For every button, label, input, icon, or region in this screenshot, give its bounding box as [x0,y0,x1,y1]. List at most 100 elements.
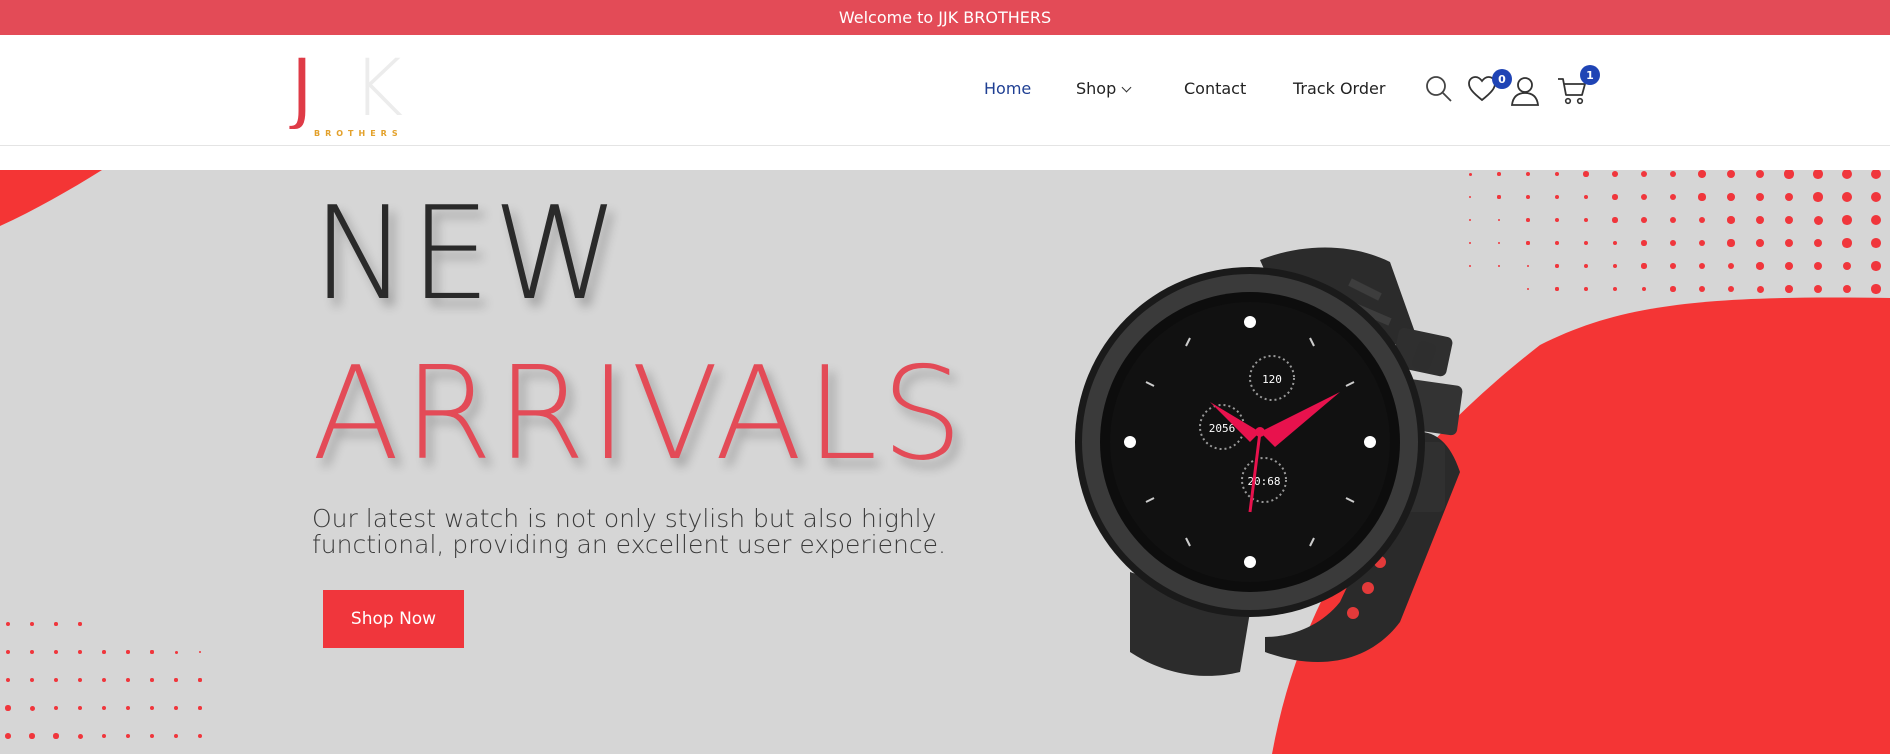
decorative-dot [1497,218,1501,222]
dot-pattern-top-right [1462,170,1890,340]
decorative-dot [150,706,154,710]
decorative-dot [29,677,35,683]
decorative-dot [1813,238,1823,248]
decorative-dot [53,733,59,739]
decorative-dot [1756,216,1764,224]
decorative-dot [1813,170,1823,179]
decorative-dot [1555,264,1559,268]
decorative-dot [1871,284,1881,294]
decorative-dot [1784,215,1794,225]
decorative-dot [54,622,58,626]
decorative-dot [1727,262,1735,270]
decorative-dot [1842,238,1852,248]
decorative-dot [198,678,202,682]
decorative-dot [1612,263,1618,269]
account-button[interactable] [1510,75,1540,107]
decorative-dot [5,705,11,711]
decorative-dot [1497,195,1501,199]
decorative-dot [1583,194,1589,200]
decorative-dot [174,706,178,710]
decorative-dot [1670,286,1676,292]
decorative-dot [1871,238,1881,248]
decorative-dot [1698,239,1706,247]
decorative-dot [1755,170,1765,179]
decorative-dot [29,733,35,739]
decorative-dot [125,733,131,739]
decorative-dot [1526,241,1530,245]
decorative-dot [1584,287,1588,291]
wishlist-count-badge: 0 [1492,69,1512,89]
decorative-dot [1612,286,1618,292]
decorative-dot [174,678,178,682]
decorative-dot [1555,287,1559,291]
smartwatch-product-image: 120 2056 20:68 [1075,247,1463,676]
dot-pattern-bottom-left [0,620,260,754]
decorative-dot [1583,240,1589,246]
decorative-dot [1584,264,1588,268]
decorative-dot [53,705,59,711]
cart-count-badge: 1 [1580,65,1600,85]
announcement-bar: Welcome to JJK BROTHERS [0,0,1890,35]
hero-title-arrivals: ARRIVALS [312,340,967,489]
decorative-dot [5,733,11,739]
decorative-dot [1698,193,1706,201]
watch-readout-left: 2056 [1209,422,1236,435]
nav-contact[interactable]: Contact [1184,79,1246,98]
decorative-dot [102,678,106,682]
shop-now-button[interactable]: Shop Now [323,590,464,648]
decorative-dot [102,650,106,654]
decorative-dot [1641,286,1647,292]
site-header: JJ K BROTHERS Home Shop Contact Track Or… [0,35,1890,146]
decorative-dot [1612,171,1618,177]
decorative-dot [198,650,202,654]
logo-letter-k: K [352,44,404,134]
decorative-dot [1813,192,1823,202]
decorative-dot [1698,262,1706,270]
decorative-dot [150,650,154,654]
decorative-dot [1871,261,1881,271]
decorative-dot [1670,240,1676,246]
decorative-dot [1468,172,1472,176]
decorative-dot [1870,214,1882,226]
decorative-dot [1554,171,1560,177]
decorative-dot [1784,170,1794,179]
decorative-dot [77,733,83,739]
decorative-dot [126,650,130,654]
decorative-dot [1612,217,1618,223]
decorative-dot [1497,172,1501,176]
decorative-dot [1842,261,1852,271]
decorative-dot [1813,261,1823,271]
search-icon[interactable] [1424,74,1454,104]
decorative-dot [1669,170,1677,178]
nav-shop[interactable]: Shop [1076,79,1132,98]
decorative-dot [1870,191,1882,203]
decorative-dot [1842,215,1852,225]
decorative-dot [101,705,107,711]
decorative-dot [1785,262,1793,270]
decorative-dot [78,622,82,626]
user-icon [1510,77,1540,106]
decorative-dot [125,705,131,711]
decorative-dot [101,733,107,739]
decorative-dot [1870,170,1882,180]
decorative-dot [29,705,35,711]
decorative-dot [1670,263,1676,269]
decorative-dot [1526,195,1530,199]
decorative-dot [1756,239,1764,247]
decorative-dot [149,733,155,739]
decorative-dot [1727,216,1735,224]
brand-logo[interactable]: JJ K BROTHERS [292,49,412,139]
nav-track-order[interactable]: Track Order [1293,79,1385,98]
decorative-dot [5,649,11,655]
hero-title-new: NEW [312,180,622,329]
decorative-dot [1641,240,1647,246]
decorative-dot [1526,264,1530,268]
wishlist-button[interactable]: 0 [1466,69,1512,107]
decorative-dot [1813,284,1823,294]
decorative-dot [1554,194,1560,200]
decorative-dot [1612,194,1618,200]
nav-home[interactable]: Home [984,79,1031,98]
decorative-dot [1526,287,1530,291]
chevron-down-icon [1121,82,1132,93]
cart-button[interactable]: 1 [1556,65,1600,109]
